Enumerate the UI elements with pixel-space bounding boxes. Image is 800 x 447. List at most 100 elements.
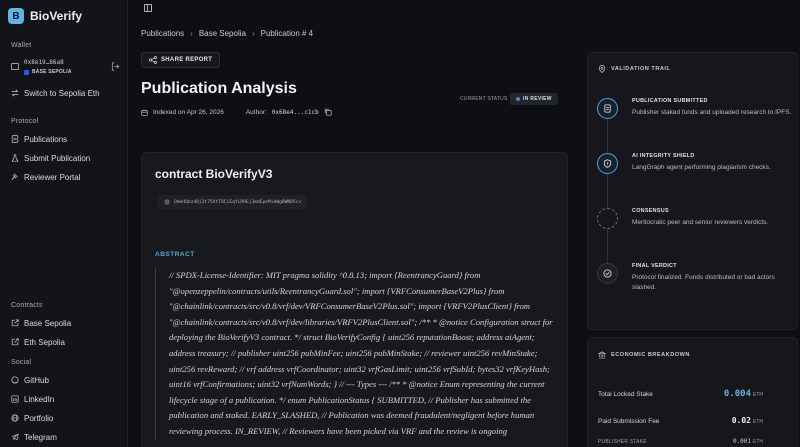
location-pin-icon	[598, 65, 606, 73]
step-title: PUBLICATION SUBMITTED	[632, 98, 708, 104]
logout-icon[interactable]	[111, 62, 120, 71]
check-circle-icon	[603, 269, 612, 278]
sidebar-item-telegram[interactable]: Telegram	[11, 431, 57, 443]
switch-icon	[11, 89, 19, 97]
brand-name: BioVerify	[30, 9, 83, 23]
chevron-right-icon: ›	[190, 29, 193, 38]
telegram-icon	[11, 433, 19, 441]
switch-network-label: Switch to Sepolia Eth	[24, 88, 100, 98]
publication-meta: Indexed on Apr 26, 2026 Author: 0x68e4..…	[141, 108, 332, 116]
eth-unit: ETH	[753, 419, 763, 425]
submission-fee-label: Paid Submission Fee	[598, 418, 660, 425]
breadcrumb-base-sepolia[interactable]: Base Sepolia	[199, 29, 246, 38]
sidebar-item-reviewer-portal[interactable]: Reviewer Portal	[11, 171, 80, 183]
step-desc: Protocol finalized. Funds distributed or…	[632, 274, 775, 291]
breadcrumb-publications[interactable]: Publications	[141, 29, 184, 38]
wallet-address: 0x8e19…86a8	[24, 59, 64, 66]
submission-fee-value: 0.02	[731, 416, 751, 425]
step-title: AI INTEGRITY SHIELD	[632, 153, 695, 159]
sidebar-toggle-icon[interactable]	[144, 4, 152, 12]
wallet-network: BASE SEPOLIA	[24, 69, 72, 75]
step-marker	[597, 153, 618, 174]
step-marker	[597, 263, 618, 284]
publication-card: contract BioVerifyV3 QmeHQbzd8j3t75XtT8C…	[141, 152, 568, 447]
sidebar-item-submit-publication[interactable]: Submit Publication	[11, 152, 90, 164]
wallet-section-label: Wallet	[11, 42, 32, 49]
status-value: IN REVIEW	[523, 96, 552, 102]
wallet-icon	[11, 63, 19, 70]
publication-title: contract BioVerifyV3	[155, 167, 273, 181]
step-title: FINAL VERDICT	[632, 263, 677, 269]
github-icon	[11, 376, 19, 384]
current-status-label: CURRENT STATUS	[460, 96, 508, 102]
globe-icon	[11, 414, 19, 422]
protocol-section-label: Protocol	[11, 118, 39, 125]
topbar	[128, 0, 800, 16]
switch-network-button[interactable]: Switch to Sepolia Eth	[11, 87, 100, 99]
base-network-icon	[24, 69, 29, 75]
sidebar-item-portfolio[interactable]: Portfolio	[11, 412, 53, 424]
abstract-text: // SPDX-License-Identifier: MIT pragma s…	[155, 268, 560, 440]
total-locked-label: Total Locked Stake	[598, 391, 653, 398]
copy-icon[interactable]	[324, 108, 332, 116]
step-title: CONSENSUS	[632, 208, 669, 214]
share-report-button[interactable]: SHARE REPORT	[141, 52, 221, 68]
ipfs-cid-chip[interactable]: QmeHQbzd8j3t75XtT8CiEqYLR9Ej3mdEpeMimWg8…	[158, 195, 308, 209]
share-icon	[149, 56, 157, 64]
sidebar-item-base-sepolia[interactable]: Base Sepolia	[11, 317, 71, 329]
document-icon	[11, 135, 19, 143]
status-badge: IN REVIEW	[510, 93, 558, 105]
sidebar-item-label: Portfolio	[24, 413, 54, 423]
brand-logo: B	[8, 8, 24, 24]
flask-icon	[11, 154, 19, 162]
breadcrumb: Publications › Base Sepolia › Publicatio…	[141, 29, 313, 38]
eth-unit: ETH	[753, 439, 763, 445]
step-desc: LangGraph agent performing plagiarism ch…	[632, 164, 771, 171]
ipfs-cid: QmeHQbzd8j3t75XtT8CiEqYLR9Ej3mdEpeMimWg8…	[174, 199, 302, 205]
brand[interactable]: B BioVerify	[8, 8, 82, 24]
chevron-right-icon: ›	[251, 29, 255, 38]
social-section-label: Social	[11, 359, 32, 366]
timeline-line	[607, 110, 608, 280]
sidebar-item-label: GitHub	[24, 375, 49, 385]
step-desc: Publisher staked funds and uploaded rese…	[632, 109, 792, 116]
total-locked-value: 0.004	[723, 389, 751, 399]
breadcrumb-current: Publication # 4	[260, 29, 314, 38]
sidebar: B BioVerify Wallet 0x8e19…86a8 BASE SEPO…	[0, 0, 128, 447]
step-marker	[597, 98, 618, 119]
sidebar-item-label: Submit Publication	[24, 153, 91, 163]
bank-icon	[598, 351, 606, 359]
validation-trail: VALIDATION TRAIL PUBLICATION SUBMITTED P…	[587, 52, 798, 330]
document-icon	[604, 104, 611, 113]
economic-breakdown-title: ECONOMIC BREAKDOWN	[611, 352, 690, 358]
share-report-label: SHARE REPORT	[161, 57, 213, 63]
submission-fee-row: Paid Submission Fee 0.02 ETH	[598, 410, 763, 428]
author-address: 0x68e4...c1cb	[271, 108, 319, 116]
publisher-stake-label: PUBLISHER STAKE	[598, 439, 647, 445]
step-desc: Meritocratic peer and senior reviewers v…	[632, 219, 769, 226]
publisher-stake-value: 0.001	[732, 438, 751, 445]
status-dot-icon	[516, 97, 520, 101]
contracts-section-label: Contracts	[11, 302, 43, 309]
sidebar-item-linkedin[interactable]: LinkedIn	[11, 393, 54, 405]
sidebar-item-github[interactable]: GitHub	[11, 374, 49, 386]
shield-icon	[603, 159, 612, 168]
sidebar-item-publications[interactable]: Publications	[11, 133, 67, 145]
sidebar-item-label: LinkedIn	[24, 394, 55, 404]
gavel-icon	[11, 173, 18, 181]
sidebar-item-label: Telegram	[24, 432, 57, 442]
author-label: Author:	[245, 108, 267, 116]
link-icon	[164, 199, 170, 205]
abstract-label: ABSTRACT	[155, 251, 195, 258]
economic-breakdown: ECONOMIC BREAKDOWN Total Locked Stake 0.…	[587, 337, 798, 447]
publisher-stake-row: PUBLISHER STAKE 0.001 ETH	[598, 430, 763, 447]
validation-trail-title: VALIDATION TRAIL	[611, 66, 671, 72]
eth-unit: ETH	[753, 392, 763, 398]
page-title: Publication Analysis	[141, 80, 297, 97]
linkedin-icon	[11, 395, 19, 403]
external-link-icon	[11, 319, 19, 327]
sidebar-item-eth-sepolia[interactable]: Eth Sepolia	[11, 336, 65, 348]
sidebar-item-label: Base Sepolia	[24, 318, 72, 328]
loader-icon	[597, 208, 618, 229]
validation-trail-header: VALIDATION TRAIL	[598, 65, 670, 73]
